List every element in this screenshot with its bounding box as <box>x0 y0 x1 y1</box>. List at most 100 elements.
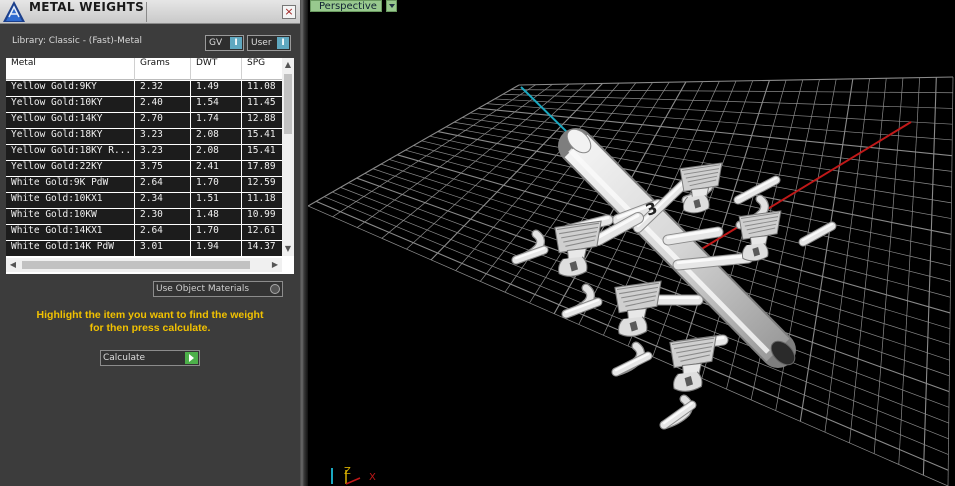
table-row[interactable]: White Gold:9K PdW 2.64 1.70 12.59 <box>6 176 282 192</box>
cell-grams: 3.01 <box>135 241 190 256</box>
metal-table: Metal Grams DWT SPG Yellow Gold:9KY 2.32 1… <box>6 58 294 274</box>
horizontal-scrollbar[interactable]: ◀ ▶ <box>6 258 282 272</box>
cell-grams: 3.23 <box>135 145 190 160</box>
table-row[interactable]: Yellow Gold:9KY 2.32 1.49 11.08 <box>6 80 282 96</box>
cell-grams: 2.32 <box>135 81 190 96</box>
cell-dwt: 1.54 <box>191 97 241 112</box>
cell-metal: White Gold:14K PdW <box>6 241 134 256</box>
cell-spg: 11.18 <box>242 193 282 208</box>
cell-grams: 2.30 <box>135 209 190 224</box>
cell-spg: 11.45 <box>242 97 282 112</box>
cell-metal: Yellow Gold:18KY <box>6 129 134 144</box>
scroll-up-icon[interactable]: ▲ <box>282 58 294 72</box>
viewport-dropdown-icon[interactable] <box>386 0 397 12</box>
cell-dwt: 1.49 <box>191 81 241 96</box>
cell-metal: Yellow Gold:22KY <box>6 161 134 176</box>
cell-dwt: 1.48 <box>191 209 241 224</box>
cell-dwt: 1.70 <box>191 225 241 240</box>
table-header: Metal Grams DWT SPG <box>6 58 282 80</box>
use-object-materials-toggle[interactable]: Use Object Materials <box>153 281 283 297</box>
calculate-label: Calculate <box>103 353 146 363</box>
cell-grams: 2.64 <box>135 177 190 192</box>
scroll-right-icon[interactable]: ▶ <box>268 258 282 272</box>
cell-metal: White Gold:14KX1 <box>6 225 134 240</box>
play-icon <box>185 352 198 364</box>
cell-grams: 3.23 <box>135 129 190 144</box>
column-header-spg[interactable]: SPG <box>242 58 282 80</box>
table-row[interactable]: White Gold:14K PdW 3.01 1.94 14.37 <box>6 240 282 256</box>
cell-metal: Yellow Gold:10KY <box>6 97 134 112</box>
casting-tree-model[interactable]: 3 <box>511 125 837 430</box>
cell-spg: 15.41 <box>242 145 282 160</box>
cell-metal: Yellow Gold:18KY R... <box>6 145 134 160</box>
user-label: User <box>251 38 272 48</box>
cell-dwt: 1.94 <box>191 241 241 256</box>
cell-metal: White Gold:9K PdW <box>6 177 134 192</box>
toggle-icon: I <box>230 37 242 49</box>
close-button[interactable]: × <box>282 5 296 19</box>
viewport-label[interactable]: Perspective <box>310 0 382 12</box>
panel-title: METAL WEIGHTS <box>29 0 145 14</box>
table-row[interactable]: White Gold:14KX1 2.64 1.70 12.61 <box>6 224 282 240</box>
user-toggle-button[interactable]: User I <box>247 35 291 51</box>
table-row[interactable]: Yellow Gold:14KY 2.70 1.74 12.88 <box>6 112 282 128</box>
gv-label: GV <box>209 38 223 48</box>
scroll-left-icon[interactable]: ◀ <box>6 258 20 272</box>
table-row[interactable]: Yellow Gold:10KY 2.40 1.54 11.45 <box>6 96 282 112</box>
cell-dwt: 2.08 <box>191 129 241 144</box>
3d-scene[interactable]: 3 Z X <box>307 0 955 486</box>
cell-metal: White Gold:10KW <box>6 209 134 224</box>
metal-weights-panel: METAL WEIGHTS × Library: Classic - (Fast… <box>0 0 300 486</box>
cell-dwt: 1.74 <box>191 113 241 128</box>
table-row[interactable]: Yellow Gold:18KY 3.23 2.08 15.41 <box>6 128 282 144</box>
cell-dwt: 1.51 <box>191 193 241 208</box>
cell-spg: 17.89 <box>242 161 282 176</box>
cell-spg: 11.08 <box>242 81 282 96</box>
cell-spg: 12.88 <box>242 113 282 128</box>
gv-toggle-button[interactable]: GV I <box>205 35 244 51</box>
cell-metal: Yellow Gold:14KY <box>6 113 134 128</box>
scroll-thumb[interactable] <box>22 261 250 269</box>
axis-gizmo: Z X <box>331 466 376 485</box>
cell-grams: 2.40 <box>135 97 190 112</box>
ground-grid <box>307 76 954 486</box>
cell-grams: 2.64 <box>135 225 190 240</box>
cell-spg: 12.59 <box>242 177 282 192</box>
calculate-button[interactable]: Calculate <box>100 350 200 366</box>
instructions-text: Highlight the item you want to find the … <box>0 309 300 335</box>
cell-metal: White Gold:10KX1 <box>6 193 134 208</box>
table-body: Yellow Gold:9KY 2.32 1.49 11.08 Yellow Gold:… <box>6 80 282 256</box>
cell-spg: 14.37 <box>242 241 282 256</box>
cell-metal: Yellow Gold:9KY <box>6 81 134 96</box>
cell-spg: 10.99 <box>242 209 282 224</box>
cell-grams: 2.34 <box>135 193 190 208</box>
cell-dwt: 1.70 <box>191 177 241 192</box>
column-header-grams[interactable]: Grams <box>135 58 191 80</box>
title-divider <box>146 2 147 22</box>
table-row[interactable]: Yellow Gold:22KY 3.75 2.41 17.89 <box>6 160 282 176</box>
cell-dwt: 2.41 <box>191 161 241 176</box>
perspective-viewport[interactable]: 3 Z X Perspective <box>307 0 955 486</box>
scroll-down-icon[interactable]: ▼ <box>282 242 294 256</box>
panel-splitter[interactable] <box>300 0 308 486</box>
cell-dwt: 2.08 <box>191 145 241 160</box>
library-label: Library: Classic - (Fast)-Metal <box>12 36 143 46</box>
table-row[interactable]: White Gold:10KX1 2.34 1.51 11.18 <box>6 192 282 208</box>
table-row[interactable]: Yellow Gold:18KY R... 3.23 2.08 15.41 <box>6 144 282 160</box>
cell-grams: 3.75 <box>135 161 190 176</box>
cell-spg: 15.41 <box>242 129 282 144</box>
vertical-scrollbar[interactable]: ▲ ▼ <box>282 58 294 256</box>
instructions-line-2: for then press calculate. <box>89 322 211 334</box>
toggle-icon: I <box>277 37 289 49</box>
panel-titlebar: METAL WEIGHTS × <box>0 0 300 24</box>
gizmo-z-label: Z <box>344 466 351 477</box>
column-header-dwt[interactable]: DWT <box>191 58 242 80</box>
radio-icon[interactable] <box>270 284 280 294</box>
app-logo-icon <box>3 1 25 22</box>
table-row[interactable]: White Gold:10KW 2.30 1.48 10.99 <box>6 208 282 224</box>
scroll-thumb[interactable] <box>284 74 292 134</box>
instructions-line-1: Highlight the item you want to find the … <box>36 309 264 321</box>
cell-spg: 12.61 <box>242 225 282 240</box>
cell-grams: 2.70 <box>135 113 190 128</box>
column-header-metal[interactable]: Metal <box>6 58 135 80</box>
